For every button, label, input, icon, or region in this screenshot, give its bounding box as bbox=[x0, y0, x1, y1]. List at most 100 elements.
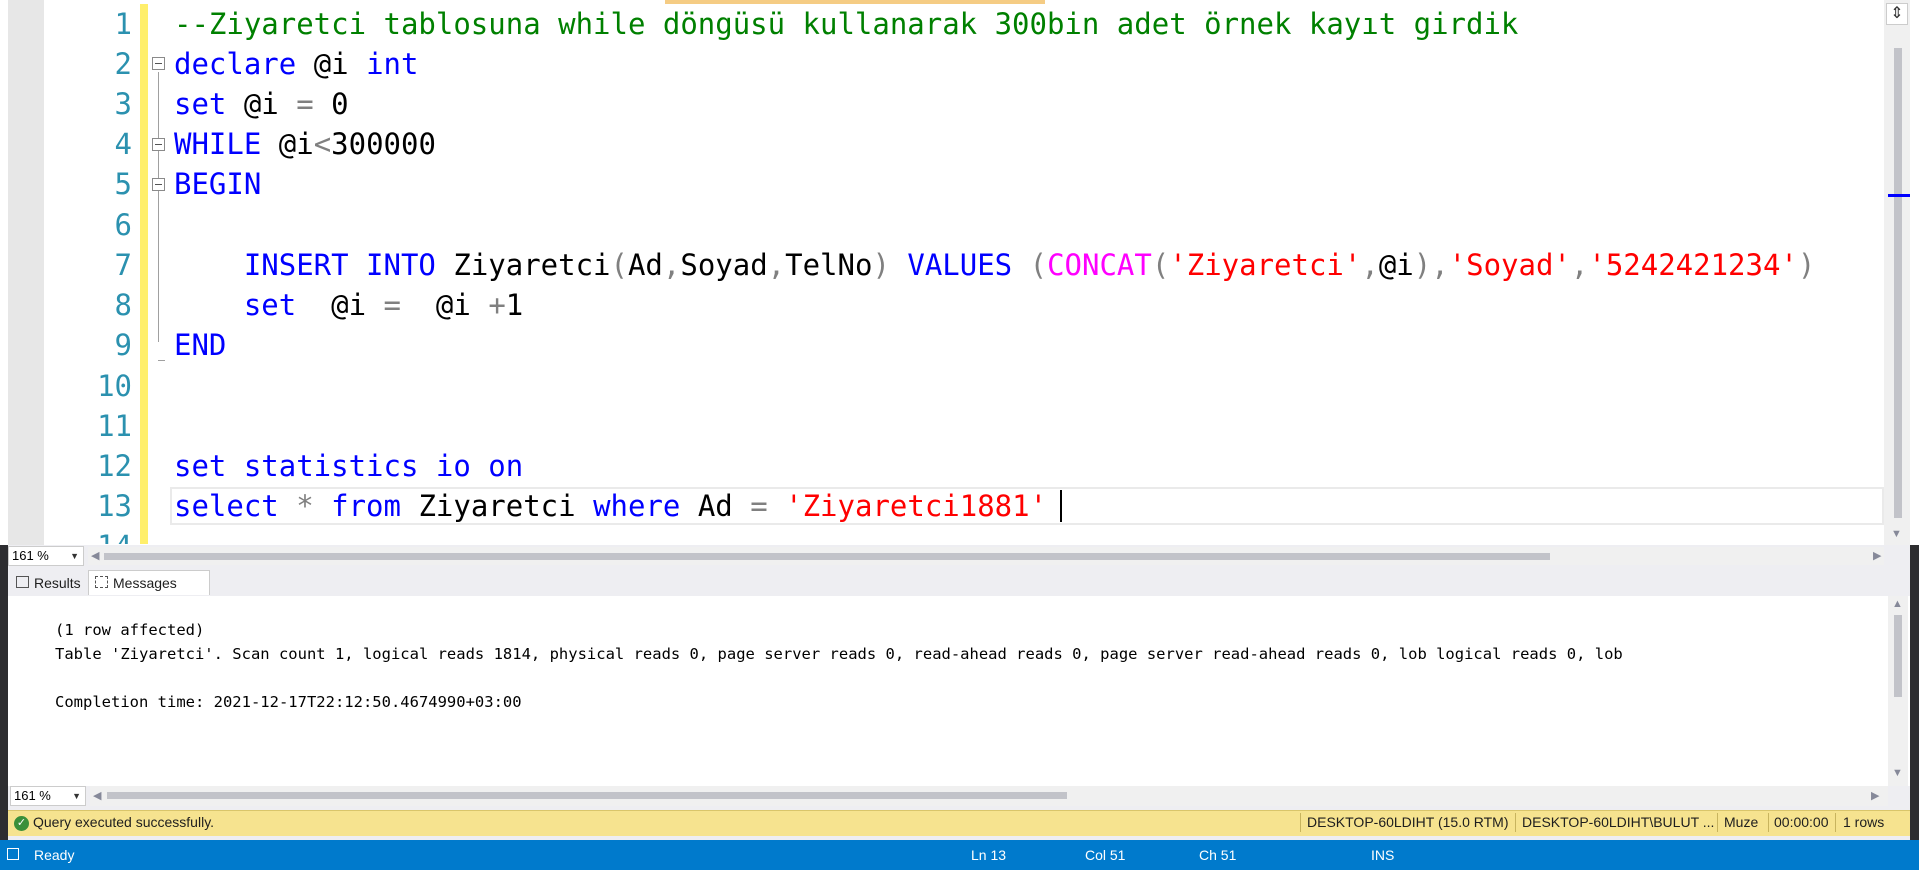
code-token: + bbox=[488, 288, 506, 322]
code-token: TelNo bbox=[785, 248, 873, 282]
line-number: 5 bbox=[114, 167, 132, 201]
code-token: @i bbox=[435, 288, 489, 322]
chevron-down-icon: ▼ bbox=[70, 551, 79, 561]
code-line-13[interactable]: select * from Ziyaretci where Ad = 'Ziya… bbox=[174, 486, 1047, 526]
scroll-arrow-icon[interactable]: ▼ bbox=[1891, 528, 1902, 540]
code-token: 'Ziyaretci' bbox=[1169, 248, 1362, 282]
code-token: = bbox=[750, 489, 786, 523]
messages-icon bbox=[95, 576, 108, 588]
change-tracking-bar bbox=[140, 4, 148, 544]
line-number: 1 bbox=[114, 7, 132, 41]
code-line-7[interactable]: INSERT INTO Ziyaretci(Ad,Soyad,TelNo) VA… bbox=[174, 245, 1816, 285]
code-token: Ad bbox=[697, 489, 751, 523]
status-insert-mode: INS bbox=[1371, 847, 1395, 863]
code-token: --Ziyaretci tablosuna while döngüsü kull… bbox=[174, 7, 1519, 41]
line-number: 11 bbox=[97, 409, 132, 443]
message-statistics: Table 'Ziyaretci'. Scan count 1, logical… bbox=[55, 645, 1623, 663]
line-number: 3 bbox=[114, 87, 132, 121]
code-token: Soyad bbox=[680, 248, 768, 282]
code-token: 0 bbox=[331, 87, 349, 121]
code-token: 300000 bbox=[331, 127, 436, 161]
status-divider bbox=[1300, 813, 1301, 832]
code-token: BEGIN bbox=[174, 167, 262, 201]
line-number: 6 bbox=[114, 208, 132, 242]
code-token: < bbox=[313, 127, 332, 161]
code-token: set statistics io on bbox=[174, 449, 524, 483]
tab-messages[interactable]: Messages bbox=[88, 570, 210, 595]
code-token: declare bbox=[174, 47, 314, 81]
code-token: Ad bbox=[627, 248, 663, 282]
scroll-arrow-icon[interactable]: ▶ bbox=[1873, 549, 1881, 562]
message-rows-affected: (1 row affected) bbox=[55, 621, 205, 639]
code-token: , bbox=[767, 248, 786, 282]
code-token: INSERT INTO bbox=[174, 248, 454, 282]
code-token: set bbox=[174, 87, 244, 121]
code-line-9[interactable]: END bbox=[174, 325, 226, 365]
fold-collapse-icon[interactable] bbox=[152, 178, 165, 191]
code-token: END bbox=[174, 328, 227, 362]
scroll-arrow-icon[interactable]: ◀ bbox=[93, 789, 101, 802]
code-token: * bbox=[296, 489, 332, 523]
editor-horizontal-scroll-thumb[interactable] bbox=[104, 553, 1550, 560]
messages-horizontal-scroll-thumb[interactable] bbox=[107, 792, 1067, 799]
code-line-4[interactable]: WHILE @i<300000 bbox=[174, 124, 436, 164]
status-user: DESKTOP-60LDIHT\BULUT ... bbox=[1522, 814, 1715, 830]
ide-status-bar bbox=[0, 840, 1919, 870]
code-line-1[interactable]: --Ziyaretci tablosuna while döngüsü kull… bbox=[174, 4, 1518, 44]
code-line-5[interactable]: BEGIN bbox=[174, 164, 261, 204]
ready-icon bbox=[7, 848, 19, 860]
code-token: 'Ziyaretci1881' bbox=[785, 489, 1048, 523]
fold-end-tick bbox=[158, 360, 165, 361]
code-token: Ziyaretci bbox=[418, 489, 594, 523]
text-caret bbox=[1060, 490, 1062, 522]
line-number: 7 bbox=[114, 248, 132, 282]
line-number: 13 bbox=[97, 489, 132, 523]
code-line-8[interactable]: set @i = @i +1 bbox=[174, 285, 523, 325]
editor-vertical-scroll-thumb[interactable] bbox=[1894, 48, 1902, 518]
code-token: int bbox=[366, 47, 419, 81]
code-token: WHILE bbox=[174, 127, 279, 161]
status-rows: 1 rows bbox=[1843, 814, 1885, 830]
chevron-down-icon: ▼ bbox=[72, 791, 81, 801]
code-line-3[interactable]: set @i = 0 bbox=[174, 84, 349, 124]
code-token: select bbox=[174, 489, 297, 523]
fold-collapse-icon[interactable] bbox=[152, 138, 165, 151]
scroll-arrow-icon[interactable]: ▶ bbox=[1871, 789, 1879, 802]
split-view-icon[interactable]: ⇕ bbox=[1886, 3, 1908, 25]
code-token: @i bbox=[1378, 248, 1414, 282]
code-token: ( bbox=[1151, 248, 1170, 282]
messages-panel[interactable] bbox=[8, 596, 1910, 786]
success-check-icon: ✓ bbox=[14, 816, 29, 831]
code-token: @i bbox=[278, 127, 314, 161]
caret-position-marker bbox=[1888, 194, 1910, 197]
code-token: , bbox=[662, 248, 681, 282]
editor-zoom-select[interactable]: 161 % ▼ bbox=[8, 546, 84, 566]
status-divider bbox=[1717, 813, 1718, 832]
line-number: 12 bbox=[97, 449, 132, 483]
status-line: Ln 13 bbox=[971, 847, 1007, 863]
code-token: @i bbox=[313, 47, 367, 81]
code-token: where bbox=[593, 489, 698, 523]
results-tabs bbox=[8, 569, 1910, 596]
code-token: , bbox=[1570, 248, 1589, 282]
messages-vertical-scroll-thumb[interactable] bbox=[1894, 615, 1902, 697]
code-token: '5242421234' bbox=[1588, 248, 1798, 282]
code-token: ) bbox=[872, 248, 908, 282]
code-token: @i bbox=[243, 87, 297, 121]
code-line-12[interactable]: set statistics io on bbox=[174, 446, 523, 486]
code-token: Ziyaretci bbox=[453, 248, 611, 282]
tab-messages-label: Messages bbox=[113, 575, 177, 591]
fold-collapse-icon[interactable] bbox=[152, 57, 165, 70]
status-elapsed: 00:00:00 bbox=[1774, 814, 1829, 830]
status-char: Ch 51 bbox=[1199, 847, 1237, 863]
code-token: = bbox=[383, 288, 436, 322]
scroll-arrow-icon[interactable]: ▲ bbox=[1892, 598, 1903, 610]
code-line-2[interactable]: declare @i int bbox=[174, 44, 418, 84]
code-token: ), bbox=[1413, 248, 1449, 282]
scroll-arrow-icon[interactable]: ▼ bbox=[1892, 767, 1903, 779]
results-zoom-select[interactable]: 161 % ▼ bbox=[10, 786, 86, 806]
code-token: = bbox=[296, 87, 332, 121]
scroll-arrow-icon[interactable]: ◀ bbox=[91, 549, 99, 562]
status-divider bbox=[1768, 813, 1769, 832]
status-column: Col 51 bbox=[1085, 847, 1126, 863]
